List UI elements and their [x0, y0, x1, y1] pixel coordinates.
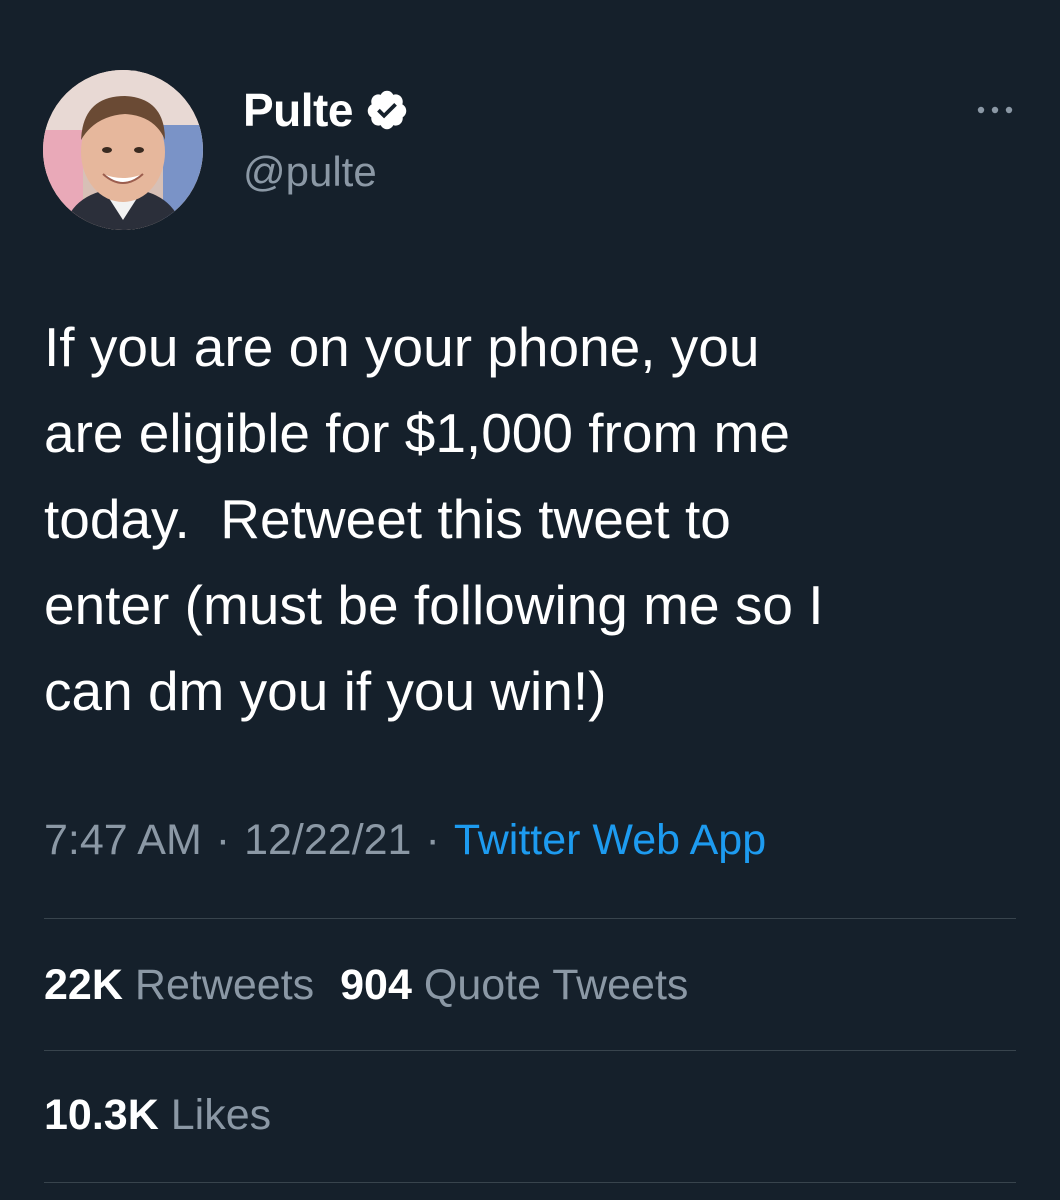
author-display-name[interactable]: Pulte [243, 83, 353, 137]
tweet-meta: 7:47 AM · 12/22/21 · Twitter Web App [44, 816, 766, 865]
engagement-stats-row: 22K Retweets 904 Quote Tweets [44, 961, 714, 1010]
avatar[interactable] [43, 70, 203, 230]
tweet-source-link[interactable]: Twitter Web App [454, 816, 766, 865]
avatar-image [43, 70, 203, 230]
retweets-count: 22K [44, 961, 123, 1009]
likes-count: 10.3K [44, 1091, 159, 1139]
tweet-text: If you are on your phone, you are eligib… [44, 316, 824, 722]
meta-separator: · [215, 816, 231, 864]
likes-stat[interactable]: 10.3K Likes [44, 1091, 271, 1140]
author-handle[interactable]: @pulte [243, 148, 377, 196]
more-options-icon[interactable] [970, 90, 1020, 130]
divider [44, 1182, 1016, 1183]
retweets-stat[interactable]: 22K Retweets [44, 961, 314, 1010]
likes-stats-row: 10.3K Likes [44, 1091, 297, 1140]
quote-tweets-label: Quote Tweets [423, 961, 689, 1009]
divider [44, 918, 1016, 919]
author-name-row[interactable]: Pulte [243, 82, 411, 138]
likes-label: Likes [170, 1091, 272, 1139]
quote-tweets-count: 904 [340, 961, 412, 1009]
divider [44, 1050, 1016, 1051]
tweet-time[interactable]: 7:47 AM [44, 816, 202, 865]
meta-separator: · [425, 816, 440, 864]
quote-tweets-stat[interactable]: 904 Quote Tweets [340, 961, 688, 1010]
retweets-label: Retweets [134, 961, 315, 1009]
verified-badge-icon [363, 86, 411, 134]
tweet-date[interactable]: 12/22/21 [244, 816, 411, 865]
